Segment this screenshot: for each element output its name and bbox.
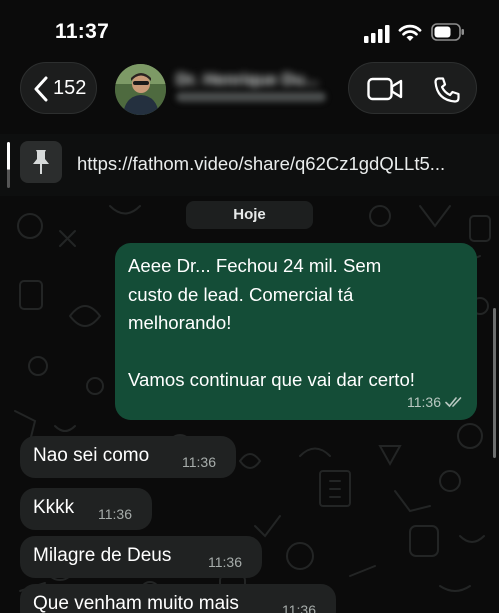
call-actions (348, 62, 477, 114)
avatar-photo (115, 64, 166, 115)
scrollbar[interactable] (493, 308, 496, 458)
pinned-link-text[interactable]: https://fathom.video/share/q62Cz1gdQLLt5… (77, 153, 445, 175)
pin-button[interactable] (20, 141, 62, 183)
outgoing-message-blank-line (128, 338, 463, 367)
chat-header: 152 Dr. Henrique Du... (0, 58, 499, 120)
incoming-message-text: Nao sei como (33, 445, 150, 466)
outgoing-message-line: custo de lead. Comercial tá (128, 283, 354, 305)
status-time: 11:37 (55, 20, 110, 43)
message-time: 11:36 (407, 394, 441, 410)
battery-icon (431, 23, 464, 41)
outgoing-message-meta: 11:36 (407, 394, 465, 410)
status-bar: 11:37 (0, 0, 499, 62)
video-call-icon[interactable] (367, 77, 403, 101)
incoming-message-text: Milagre de Deus (33, 545, 172, 566)
date-separator: Hoje (186, 201, 313, 229)
incoming-message[interactable]: Nao sei como 11:36 (20, 436, 236, 478)
signal-icon (364, 25, 390, 43)
incoming-message[interactable]: Kkkk 11:36 (20, 488, 152, 530)
unread-count: 152 (53, 77, 87, 99)
outgoing-message[interactable]: Aeee Dr... Fechou 24 mil. Sem custo de l… (115, 243, 477, 420)
outgoing-message-line: Aeee Dr... Fechou 24 mil. Sem (128, 255, 382, 276)
chat-area[interactable]: Hoje Aeee Dr... Fechou 24 mil. Sem custo… (0, 196, 499, 613)
incoming-message-text: Kkkk (33, 497, 75, 518)
double-check-icon (445, 397, 462, 408)
pin-icon (33, 150, 49, 174)
message-time: 11:36 (182, 454, 216, 470)
incoming-message[interactable]: Que venham muito mais 11:36 (20, 584, 336, 613)
message-time: 11:36 (282, 602, 316, 613)
back-button[interactable]: 152 (20, 62, 97, 114)
wifi-icon (398, 24, 422, 41)
incoming-message[interactable]: Milagre de Deus 11:36 (20, 536, 262, 578)
pinned-indicator (7, 142, 10, 188)
contact-status (176, 92, 326, 102)
incoming-message-text: Que venham muito mais (33, 593, 239, 613)
message-time: 11:36 (208, 554, 242, 570)
chevron-left-icon (34, 76, 48, 102)
outgoing-message-line: Vamos continuar que vai dar certo! (128, 369, 415, 390)
outgoing-message-line: melhorando! (128, 312, 232, 333)
pinned-message-bar[interactable]: https://fathom.video/share/q62Cz1gdQLLt5… (0, 134, 499, 196)
message-time: 11:36 (98, 506, 132, 522)
contact-name[interactable]: Dr. Henrique Du... (176, 70, 319, 90)
phone-icon[interactable] (433, 76, 461, 104)
avatar[interactable] (115, 64, 166, 115)
